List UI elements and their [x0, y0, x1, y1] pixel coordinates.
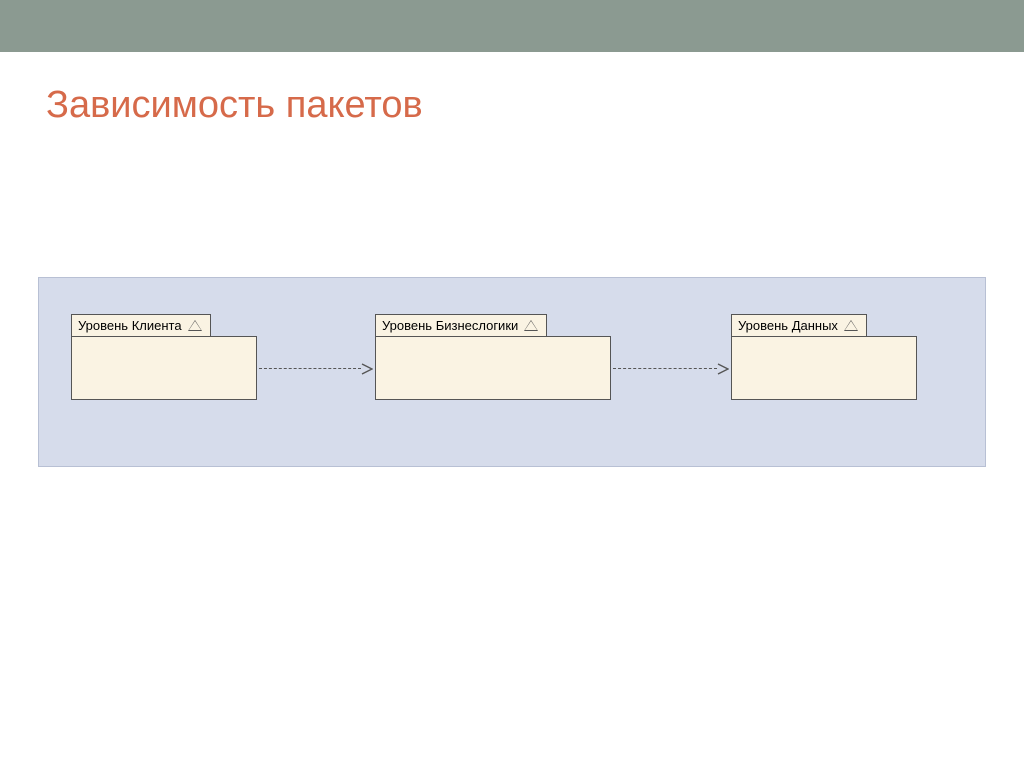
package-label: Уровень Клиента — [78, 318, 182, 333]
dependency-arrow — [613, 368, 729, 369]
dependency-line — [259, 368, 361, 369]
package-tab: Уровень Бизнеслогики — [375, 314, 547, 337]
uml-package-client: Уровень Клиента — [71, 314, 257, 400]
package-label: Уровень Данных — [738, 318, 838, 333]
package-tab: Уровень Клиента — [71, 314, 211, 337]
uml-package-data: Уровень Данных — [731, 314, 917, 400]
arrowhead-icon — [717, 363, 729, 375]
diagram-panel: Уровень Клиента Уровень Бизнеслогики Уро… — [38, 277, 986, 467]
package-body — [731, 336, 917, 400]
package-label: Уровень Бизнеслогики — [382, 318, 518, 333]
dependency-arrow — [259, 368, 373, 369]
slide-title: Зависимость пакетов — [0, 52, 1024, 127]
package-body — [71, 336, 257, 400]
package-decorator-icon — [844, 320, 858, 331]
package-decorator-icon — [188, 320, 202, 331]
header-bar — [0, 0, 1024, 52]
package-decorator-icon — [524, 320, 538, 331]
uml-package-business-logic: Уровень Бизнеслогики — [375, 314, 611, 400]
package-body — [375, 336, 611, 400]
slide-content: Зависимость пакетов Уровень Клиента Уров… — [0, 52, 1024, 467]
package-tab: Уровень Данных — [731, 314, 867, 337]
dependency-line — [613, 368, 717, 369]
arrowhead-icon — [361, 363, 373, 375]
